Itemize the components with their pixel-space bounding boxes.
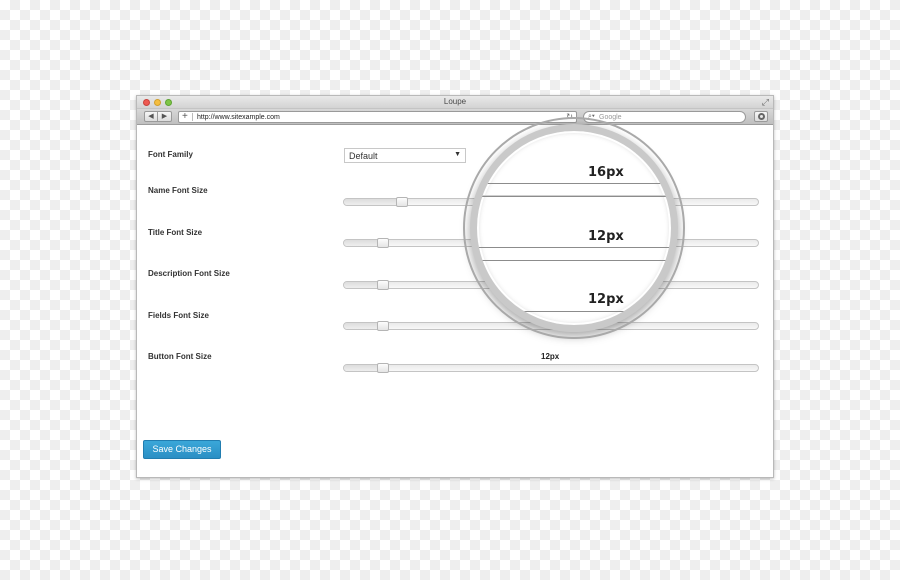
font-family-select[interactable]: Default ▼ xyxy=(344,148,466,163)
name-font-size-label: Name Font Size xyxy=(148,186,208,195)
loupe-slider-edge xyxy=(477,247,671,248)
slider-thumb[interactable] xyxy=(377,321,389,331)
navigation-buttons: ◀ ▶ xyxy=(144,111,172,122)
back-button[interactable]: ◀ xyxy=(145,112,158,121)
address-bar[interactable]: + http://www.sitexample.com ↻ xyxy=(178,111,577,123)
url-text[interactable]: http://www.sitexample.com xyxy=(197,113,280,122)
slider-thumb[interactable] xyxy=(396,197,408,207)
fields-font-size-label: Fields Font Size xyxy=(148,311,209,320)
plus-icon[interactable]: + xyxy=(182,111,188,123)
resize-icon[interactable]: ⤢ xyxy=(762,97,769,107)
magnifier-loupe: 16px 12px 12px xyxy=(470,124,678,332)
font-family-value: Default xyxy=(349,151,378,161)
loupe-title-font-size-value: 12px xyxy=(588,229,624,244)
save-changes-button[interactable]: Save Changes xyxy=(143,440,221,459)
loupe-slider-edge xyxy=(477,311,671,312)
loupe-name-font-size-value: 16px xyxy=(588,165,624,180)
button-font-size-value: 12px xyxy=(541,352,560,361)
search-placeholder: Google xyxy=(599,114,622,121)
reload-icon[interactable]: ↻ xyxy=(566,112,573,122)
settings-icon xyxy=(758,113,765,120)
slider-fill xyxy=(344,199,402,205)
slider-thumb[interactable] xyxy=(377,238,389,248)
slider-thumb[interactable] xyxy=(377,363,389,373)
loupe-slider-edge xyxy=(477,260,671,261)
browser-window: Loupe ⤢ ◀ ▶ + http://www.sitexample.com … xyxy=(136,95,774,478)
loupe-slider-edge xyxy=(477,183,671,184)
settings-button[interactable] xyxy=(754,111,768,122)
button-font-size-slider[interactable] xyxy=(343,363,759,373)
font-family-label: Font Family xyxy=(148,150,193,159)
slider-thumb[interactable] xyxy=(377,280,389,290)
forward-button[interactable]: ▶ xyxy=(158,112,171,121)
title-bar: Loupe ⤢ xyxy=(137,96,773,109)
loupe-description-font-size-value: 12px xyxy=(588,292,624,307)
browser-toolbar: ◀ ▶ + http://www.sitexample.com ↻ ⌕▾ Goo… xyxy=(137,109,773,125)
search-icon: ⌕▾ xyxy=(588,113,595,120)
window-title: Loupe xyxy=(443,97,467,106)
description-font-size-label: Description Font Size xyxy=(148,269,230,278)
search-input[interactable]: ⌕▾ Google xyxy=(583,111,746,123)
title-font-size-label: Title Font Size xyxy=(148,228,203,237)
button-font-size-label: Button Font Size xyxy=(148,352,212,361)
loupe-slider-edge xyxy=(477,196,671,197)
chevron-down-icon: ▼ xyxy=(454,151,461,158)
url-divider xyxy=(192,113,193,121)
